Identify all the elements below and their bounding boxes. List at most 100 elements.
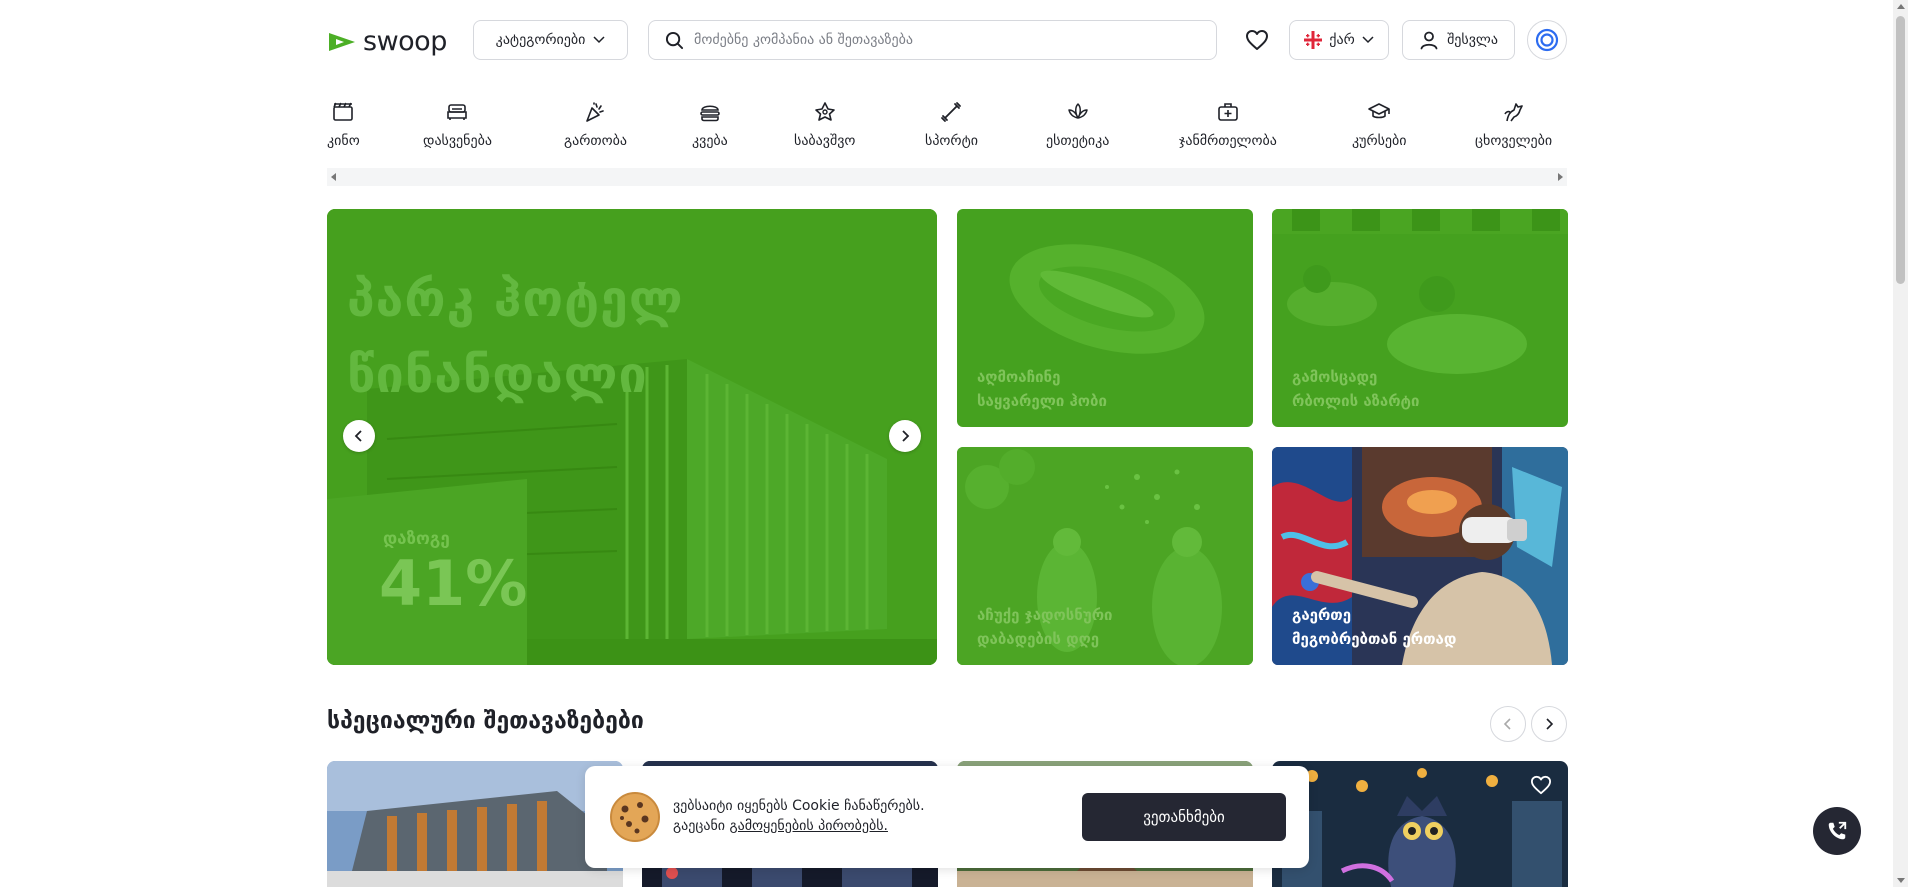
terms-link[interactable]: გამოყენების პირობებს. — [729, 818, 887, 834]
hero-prev-button[interactable] — [343, 420, 375, 452]
hero-title: პარკ ჰოტელ წინანდალი — [347, 261, 684, 413]
page-scrollbar[interactable] — [1893, 0, 1908, 887]
special-offers-title: სპეციალური შეთავაზებები — [327, 708, 644, 734]
hotel-photo — [327, 761, 623, 887]
categories-dropdown-button[interactable]: კატეგორიები — [473, 20, 628, 60]
category-label: სპორტი — [925, 133, 978, 149]
scrollbar-thumb[interactable] — [1896, 16, 1905, 284]
search-input[interactable] — [694, 32, 1174, 48]
cookie-message: ვებსაიტი იყენებს Cookie ჩანაწერებს. გაეც… — [673, 796, 925, 836]
user-icon — [1420, 31, 1438, 50]
favorites-button[interactable] — [1242, 26, 1272, 54]
categories-button-label: კატეგორიები — [495, 32, 586, 48]
scroll-up-arrow-icon[interactable] — [1897, 4, 1905, 9]
cookie-message-line-1: ვებსაიტი იყენებს Cookie ჩანაწერებს. — [673, 798, 925, 814]
tile-caption-line-1: აჩუქე ჯადოსნური — [977, 606, 1113, 624]
category-label: კვება — [692, 133, 728, 149]
chevron-left-icon — [1503, 718, 1511, 730]
cookie-message-line-2: გაეცანი გამოყენების პირობებს. — [673, 816, 925, 836]
tile-caption-line-1: გაერთე — [1292, 606, 1352, 624]
category-rest[interactable]: დასვენება — [423, 100, 492, 149]
category-courses[interactable]: კურსები — [1352, 100, 1407, 149]
tile-caption-line-2: საყვარელი ჰობი — [977, 392, 1107, 410]
login-label: შესვლა — [1447, 32, 1498, 48]
tile-caption-line-2: მეგობრებთან ერთად — [1292, 630, 1457, 648]
category-label: საბავშვო — [794, 133, 856, 149]
cookie-banner: ვებსაიტი იყენებს Cookie ჩანაწერებს. გაეც… — [585, 766, 1309, 868]
search-bar[interactable] — [648, 20, 1217, 60]
hero-discount-value: 41% — [379, 547, 528, 620]
offer-card[interactable] — [1272, 761, 1568, 887]
chevron-down-icon — [1362, 36, 1374, 44]
tile-caption: აჩუქე ჯადოსნური დაბადების დღე — [977, 603, 1113, 651]
kids-icon — [814, 102, 835, 121]
category-aesthetics[interactable]: ესთეტიკა — [1046, 100, 1109, 149]
swoop-logo[interactable]: swoop — [327, 26, 447, 57]
medkit-icon — [1218, 103, 1238, 121]
tile-caption-line-1: აღმოაჩინე — [977, 368, 1061, 386]
category-scrollbar[interactable] — [327, 168, 1567, 186]
swoop-circle-button[interactable] — [1527, 20, 1567, 60]
special-offers-next-button[interactable] — [1531, 706, 1567, 742]
category-sport[interactable]: სპორტი — [925, 100, 978, 149]
promo-tile-birthday[interactable]: აჩუქე ჯადოსნური დაბადების დღე — [957, 447, 1253, 665]
scroll-down-arrow-icon[interactable] — [1897, 878, 1905, 883]
tile-caption: გამოსცადე რბოლის აზარტი — [1292, 365, 1420, 413]
hero-banner[interactable]: პარკ ჰოტელ წინანდალი დაზოგე 41% — [327, 209, 937, 665]
heart-icon — [1530, 775, 1551, 795]
search-icon — [665, 31, 684, 49]
promo-tile-friends-vr[interactable]: გაერთე მეგობრებთან ერთად — [1272, 447, 1568, 665]
party-icon — [586, 102, 605, 122]
scroll-left-arrow-icon[interactable] — [331, 173, 336, 181]
special-offers-prev-button[interactable] — [1490, 706, 1526, 742]
graduation-cap-icon — [1368, 103, 1391, 119]
cinema-icon — [333, 102, 354, 121]
category-health[interactable]: ჯანმრთელობა — [1179, 100, 1277, 149]
chevron-left-icon — [354, 430, 362, 442]
heart-icon — [1246, 30, 1268, 50]
burger-icon — [700, 105, 720, 122]
owl-bar-photo — [1272, 761, 1568, 887]
promo-tile-hobby[interactable]: აღმოაჩინე საყვარელი ჰობი — [957, 209, 1253, 427]
category-strip: კინო დასვენება გართობა კვება საბავშვო სპ… — [327, 100, 1567, 160]
chevron-right-icon — [902, 430, 910, 442]
category-animals[interactable]: ცხოველები — [1475, 100, 1552, 149]
chevron-right-icon — [1546, 718, 1554, 730]
category-label: კურსები — [1352, 133, 1407, 149]
category-food[interactable]: კვება — [692, 100, 728, 149]
category-label: ესთეტიკა — [1046, 133, 1110, 149]
promo-tile-racing[interactable]: გამოსცადე რბოლის აზარტი — [1272, 209, 1568, 427]
category-fun[interactable]: გართობა — [564, 100, 627, 149]
call-button[interactable] — [1813, 807, 1861, 855]
logo-mark-icon — [329, 32, 355, 51]
offer-card[interactable] — [327, 761, 623, 887]
category-label: კინო — [327, 133, 360, 149]
category-cinema[interactable]: კინო — [327, 100, 360, 149]
cookie-accept-button[interactable]: ვეთანხმები — [1082, 793, 1286, 841]
tile-caption-line-2: დაბადების დღე — [977, 630, 1100, 648]
dumbbell-icon — [941, 102, 962, 122]
scroll-right-arrow-icon[interactable] — [1558, 173, 1563, 181]
hero-discount-label: დაზოგე — [383, 529, 450, 549]
tile-caption: გაერთე მეგობრებთან ერთად — [1292, 603, 1456, 651]
cookie-icon — [610, 792, 660, 842]
tile-caption: აღმოაჩინე საყვარელი ჰობი — [977, 365, 1107, 413]
hero-title-line-2: წინანდალი — [347, 346, 648, 404]
category-label: დასვენება — [423, 133, 492, 149]
hero-next-button[interactable] — [889, 420, 921, 452]
category-label: გართობა — [564, 133, 627, 149]
offer-favorite-button[interactable] — [1530, 775, 1554, 797]
category-kids[interactable]: საბავშვო — [794, 100, 855, 149]
georgian-flag-icon — [1304, 31, 1323, 49]
hero-title-line-1: პარკ ჰოტელ — [347, 270, 684, 328]
tile-caption-line-1: გამოსცადე — [1292, 368, 1378, 386]
language-label: ქარ — [1329, 32, 1355, 48]
target-circle-icon — [1535, 28, 1559, 52]
chevron-down-icon — [593, 36, 605, 44]
bed-icon — [447, 104, 468, 120]
category-label: ცხოველები — [1475, 133, 1553, 149]
cookie-message-prefix: გაეცანი — [673, 818, 730, 834]
login-button[interactable]: შესვლა — [1402, 20, 1515, 60]
language-selector[interactable]: ქარ — [1289, 20, 1389, 60]
phone-icon — [1828, 821, 1847, 840]
